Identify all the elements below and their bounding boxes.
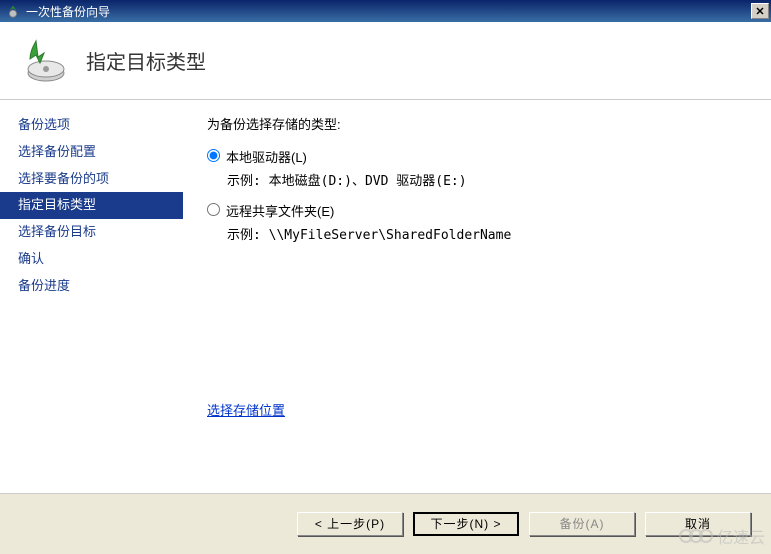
window-title: 一次性备份向导	[26, 3, 110, 20]
example-local-drive: 示例: 本地磁盘(D:)、DVD 驱动器(E:)	[227, 170, 747, 189]
page-title: 指定目标类型	[86, 46, 206, 75]
instruction-text: 为备份选择存储的类型:	[207, 114, 747, 133]
prev-button[interactable]: < 上一步(P)	[297, 512, 403, 536]
select-storage-link[interactable]: 选择存储位置	[207, 400, 285, 419]
radio-remote-share-label: 远程共享文件夹(E)	[226, 201, 334, 220]
option-local-drive[interactable]: 本地驱动器(L)	[207, 147, 747, 166]
cancel-button[interactable]: 取消	[645, 512, 751, 536]
sidebar-item-select-config[interactable]: 选择备份配置	[0, 139, 183, 166]
sidebar-item-select-items[interactable]: 选择要备份的项	[0, 166, 183, 193]
content-area: 备份选项 选择备份配置 选择要备份的项 指定目标类型 选择备份目标 确认 备份进…	[0, 100, 771, 493]
sidebar-item-target-type[interactable]: 指定目标类型	[0, 192, 183, 219]
titlebar-left: 一次性备份向导	[6, 3, 110, 20]
sidebar-item-confirm[interactable]: 确认	[0, 246, 183, 273]
radio-local-drive-label: 本地驱动器(L)	[226, 147, 307, 166]
close-button[interactable]: ✕	[751, 3, 769, 19]
next-button[interactable]: 下一步(N) >	[413, 512, 519, 536]
option-remote-share[interactable]: 远程共享文件夹(E)	[207, 201, 747, 220]
example-remote-share: 示例: \\MyFileServer\SharedFolderName	[227, 224, 747, 243]
titlebar: 一次性备份向导 ✕	[0, 0, 771, 22]
main-panel: 为备份选择存储的类型: 本地驱动器(L) 示例: 本地磁盘(D:)、DVD 驱动…	[183, 100, 771, 493]
sidebar-item-backup-options[interactable]: 备份选项	[0, 112, 183, 139]
wizard-header: 指定目标类型	[0, 22, 771, 100]
radio-local-drive[interactable]	[207, 149, 220, 162]
sidebar-item-select-target[interactable]: 选择备份目标	[0, 219, 183, 246]
backup-button: 备份(A)	[529, 512, 635, 536]
wizard-icon	[6, 4, 20, 18]
backup-wizard-icon	[20, 37, 68, 85]
radio-remote-share[interactable]	[207, 203, 220, 216]
sidebar-item-progress[interactable]: 备份进度	[0, 273, 183, 300]
wizard-footer: < 上一步(P) 下一步(N) > 备份(A) 取消	[0, 493, 771, 553]
wizard-steps-sidebar: 备份选项 选择备份配置 选择要备份的项 指定目标类型 选择备份目标 确认 备份进…	[0, 100, 183, 493]
